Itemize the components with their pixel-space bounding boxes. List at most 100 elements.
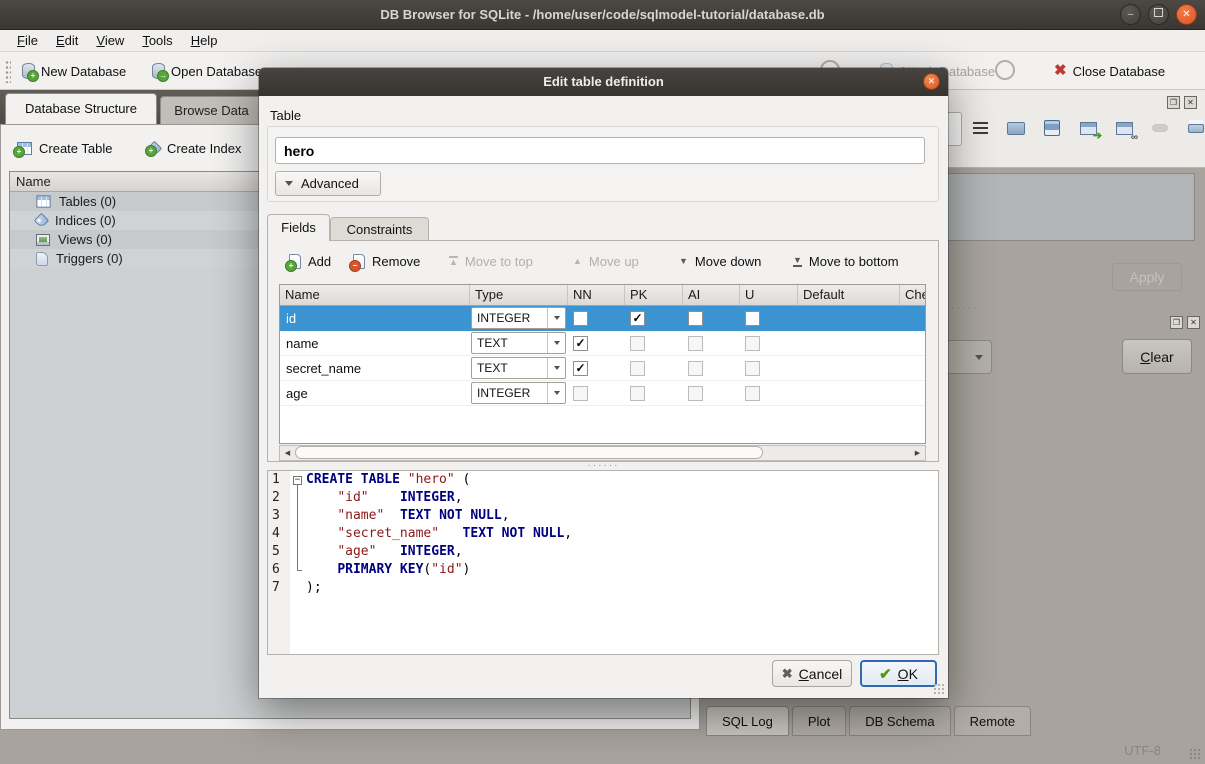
scroll-left-icon[interactable]: ◀ — [280, 446, 295, 460]
menu-item-tools[interactable]: Tools — [133, 31, 181, 50]
link-icon[interactable]: ∞ — [1112, 116, 1136, 140]
save-icon[interactable] — [1040, 116, 1064, 140]
tab-browse-data[interactable]: Browse Data — [160, 96, 263, 124]
checkbox-unchecked[interactable] — [745, 311, 760, 326]
tab-database-structure[interactable]: Database Structure — [5, 93, 157, 124]
type-combobox[interactable]: INTEGER — [471, 307, 566, 329]
maximize-icon[interactable] — [1148, 4, 1169, 25]
cell-editor-textarea[interactable] — [945, 173, 1195, 241]
type-combobox[interactable]: TEXT — [471, 357, 566, 379]
field-row-age[interactable]: ageINTEGER — [280, 381, 925, 406]
checkbox-checked[interactable]: ✓ — [630, 311, 645, 326]
sql-log-close-icon[interactable]: ✕ — [1187, 316, 1200, 329]
open-file-icon[interactable] — [1004, 116, 1028, 140]
bottom-tab-plot[interactable]: Plot — [792, 706, 846, 736]
chevron-down-icon[interactable] — [547, 308, 565, 328]
checkbox-unchecked[interactable] — [745, 336, 760, 351]
field-row-secret_name[interactable]: secret_nameTEXT ✓ — [280, 356, 925, 381]
column-header-u[interactable]: U — [740, 285, 798, 305]
checkbox-unchecked[interactable] — [745, 386, 760, 401]
move-up-field-button[interactable]: ▲Move up — [573, 249, 639, 273]
clear-button[interactable]: Clear — [1122, 339, 1192, 374]
checkbox-unchecked[interactable] — [688, 336, 703, 351]
ok-button[interactable]: ✔ OK — [860, 660, 937, 687]
chevron-down-icon[interactable] — [547, 383, 565, 403]
bottom-tab-sql-log[interactable]: SQL Log — [706, 706, 789, 736]
dock-close-icon[interactable]: ✕ — [1184, 96, 1197, 109]
toolbar-drag-handle[interactable] — [5, 60, 11, 83]
cancel-button[interactable]: ✖ Cancel — [772, 660, 852, 687]
table-name-input[interactable] — [275, 137, 925, 164]
menu-item-file[interactable]: File — [8, 31, 47, 50]
checkbox-unchecked[interactable] — [688, 361, 703, 376]
dialog-close-icon[interactable]: ✕ — [923, 73, 940, 90]
sql-log-float-icon[interactable]: ❐ — [1170, 316, 1183, 329]
word-wrap-icon[interactable] — [968, 116, 992, 140]
default-cell[interactable] — [798, 356, 900, 380]
menu-item-view[interactable]: View — [87, 31, 133, 50]
default-cell[interactable] — [798, 381, 900, 405]
move-down-field-button[interactable]: ▼Move down — [679, 249, 761, 273]
checkbox-unchecked[interactable] — [745, 361, 760, 376]
type-combobox[interactable]: TEXT — [471, 332, 566, 354]
tab-constraints[interactable]: Constraints — [330, 217, 429, 241]
scroll-track[interactable] — [295, 446, 910, 460]
field-row-name[interactable]: nameTEXT ✓ — [280, 331, 925, 356]
checkbox-unchecked[interactable] — [688, 386, 703, 401]
checkbox-unchecked[interactable] — [630, 336, 645, 351]
column-header-pk[interactable]: PK — [625, 285, 683, 305]
dock-float-icon[interactable]: ❐ — [1167, 96, 1180, 109]
chevron-down-icon[interactable] — [547, 358, 565, 378]
checkbox-unchecked[interactable] — [573, 386, 588, 401]
open-database-button[interactable]: → Open Database — [148, 57, 266, 85]
scroll-thumb[interactable] — [295, 446, 763, 459]
checkbox-checked[interactable]: ✓ — [573, 361, 588, 376]
close-database-button[interactable]: ✖ Close Database — [1050, 57, 1169, 85]
set-null-icon[interactable] — [1148, 116, 1172, 140]
bottom-tab-db-schema[interactable]: DB Schema — [849, 706, 950, 736]
column-header-nn[interactable]: NN — [568, 285, 625, 305]
export-icon[interactable]: ➔ — [1076, 116, 1100, 140]
column-header-name[interactable]: Name — [280, 285, 470, 305]
field-name-cell[interactable]: name — [280, 331, 470, 355]
field-row-id[interactable]: idINTEGER ✓ — [280, 306, 925, 331]
type-combobox[interactable]: INTEGER — [471, 382, 566, 404]
field-name-cell[interactable]: id — [280, 306, 470, 330]
column-header-default[interactable]: Default — [798, 285, 900, 305]
checkbox-unchecked[interactable] — [630, 361, 645, 376]
advanced-button[interactable]: Advanced — [275, 171, 381, 196]
check-cell[interactable] — [900, 356, 926, 380]
check-cell[interactable] — [900, 381, 926, 405]
check-cell[interactable] — [900, 331, 926, 355]
menu-item-edit[interactable]: Edit — [47, 31, 87, 50]
remove-field-button[interactable]: −Remove — [353, 249, 420, 273]
default-cell[interactable] — [798, 306, 900, 330]
checkbox-unchecked[interactable] — [573, 311, 588, 326]
create-index-button[interactable]: + Create Index — [145, 135, 245, 161]
tab-fields[interactable]: Fields — [267, 214, 330, 241]
field-name-cell[interactable]: age — [280, 381, 470, 405]
apply-button[interactable]: Apply — [1112, 263, 1182, 291]
close-icon[interactable]: ✕ — [1176, 4, 1197, 25]
scroll-right-icon[interactable]: ▶ — [910, 446, 925, 460]
default-cell[interactable] — [798, 331, 900, 355]
menu-item-help[interactable]: Help — [182, 31, 227, 50]
column-header-check[interactable]: Check — [900, 285, 926, 305]
checkbox-unchecked[interactable] — [688, 311, 703, 326]
checkbox-checked[interactable]: ✓ — [573, 336, 588, 351]
chevron-down-icon[interactable] — [547, 333, 565, 353]
dialog-resize-grip[interactable] — [933, 683, 945, 695]
checkbox-unchecked[interactable] — [630, 386, 645, 401]
create-table-button[interactable]: + Create Table — [13, 135, 116, 161]
move-bottom-field-button[interactable]: ▼Move to bottom — [793, 249, 899, 273]
check-cell[interactable] — [900, 306, 926, 330]
horizontal-scrollbar[interactable]: ◀ ▶ — [279, 445, 926, 461]
window-resize-grip[interactable] — [1189, 748, 1201, 760]
fold-collapse-icon[interactable]: − — [293, 476, 302, 485]
field-name-cell[interactable]: secret_name — [280, 356, 470, 380]
column-header-ai[interactable]: AI — [683, 285, 740, 305]
column-header-type[interactable]: Type — [470, 285, 568, 305]
print-icon[interactable] — [1184, 116, 1205, 140]
new-database-button[interactable]: + New Database — [18, 57, 130, 85]
splitter-handle[interactable]: ······ — [259, 463, 948, 469]
